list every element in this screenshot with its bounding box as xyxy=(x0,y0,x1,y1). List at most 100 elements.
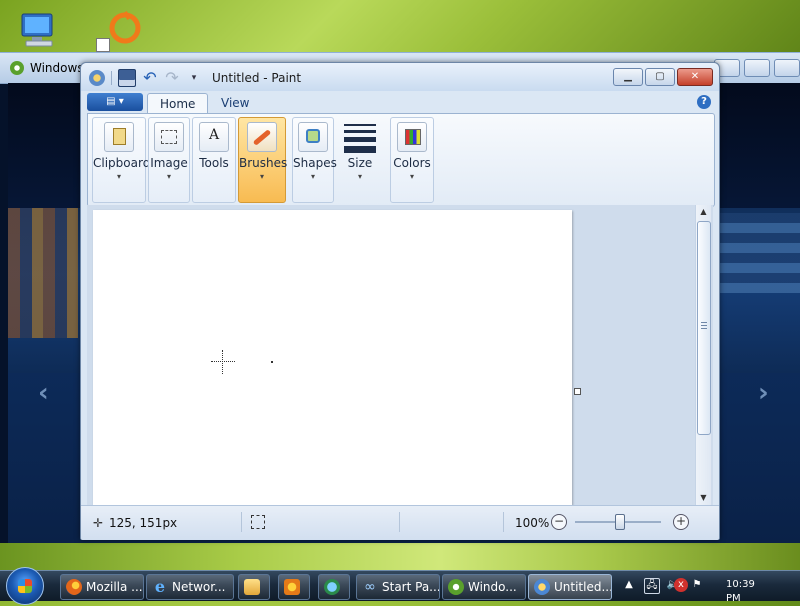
shortcut-arrow-icon xyxy=(96,38,110,52)
scroll-right-icon[interactable]: › xyxy=(758,378,769,408)
divider xyxy=(111,71,112,85)
palette-icon xyxy=(397,122,427,152)
group-label-tools: Tools xyxy=(199,156,229,170)
zoom-level: 100% xyxy=(515,516,550,530)
taskbar-button-windows-media-center[interactable]: Windo... xyxy=(442,574,526,600)
close-button[interactable]: ✕ xyxy=(677,68,713,86)
folder-icon xyxy=(244,579,260,595)
size-group-button[interactable]: Size ▾ xyxy=(336,117,384,203)
show-hidden-icons-button[interactable]: ▲ xyxy=(622,578,636,592)
bg-maximize-button[interactable] xyxy=(744,59,770,77)
group-label-clipboard: Clipboard xyxy=(93,156,151,170)
paint-window-title: Untitled - Paint xyxy=(212,71,302,85)
drawing-canvas[interactable] xyxy=(93,210,572,505)
canvas-area[interactable]: ▲ ▼ xyxy=(87,205,713,505)
vertical-scrollbar[interactable]: ▲ ▼ xyxy=(695,205,711,505)
start-button[interactable] xyxy=(6,567,44,605)
start-page-icon: ∞ xyxy=(364,579,376,595)
save-icon[interactable] xyxy=(118,69,136,87)
selection-size-icon xyxy=(251,515,265,529)
canvas-pixel xyxy=(271,361,273,363)
taskbar-button-back[interactable] xyxy=(318,574,350,600)
minimize-button[interactable]: ▁ xyxy=(613,68,643,86)
select-icon xyxy=(154,122,184,152)
media-center-icon xyxy=(448,579,464,595)
tools-icon xyxy=(199,122,229,152)
tools-group-button[interactable]: Tools xyxy=(192,117,236,203)
taskbar-label: Untitled... xyxy=(554,580,612,594)
divider xyxy=(399,512,400,532)
taskbar-label: Mozilla ... xyxy=(86,580,143,594)
paint-menu-button[interactable]: ▤ ▾ xyxy=(87,93,143,111)
tab-view[interactable]: View xyxy=(209,93,261,113)
media-thumbnails-right[interactable] xyxy=(710,213,800,293)
zoom-slider-thumb[interactable] xyxy=(615,514,625,530)
chevron-down-icon: ▾ xyxy=(409,172,414,181)
action-center-flag-icon[interactable]: ⚑ xyxy=(690,578,704,592)
taskbar-button-media-player[interactable] xyxy=(278,574,310,600)
muted-badge-icon: x xyxy=(674,578,688,592)
scroll-down-icon[interactable]: ▼ xyxy=(696,491,711,505)
origin-icon[interactable] xyxy=(107,10,143,46)
chevron-down-icon: ▾ xyxy=(357,172,362,181)
system-tray: ▲ 🖧 🔈 x ⚑ 10:39 PM xyxy=(618,574,800,604)
taskbar-button-paint[interactable]: Untitled... xyxy=(528,574,612,600)
help-icon[interactable]: ? xyxy=(697,95,711,109)
media-thumbnails-left[interactable] xyxy=(8,208,78,338)
media-player-icon xyxy=(284,579,300,595)
customize-qat-dropdown-icon[interactable]: ▾ xyxy=(186,70,202,86)
network-icon[interactable]: 🖧 xyxy=(644,578,660,594)
internet-explorer-icon: e xyxy=(154,577,166,596)
bg-close-button[interactable] xyxy=(774,59,800,77)
taskbar-button-start-page[interactable]: ∞ Start Pa... xyxy=(356,574,440,600)
image-group-button[interactable]: Image ▾ xyxy=(148,117,190,203)
group-label-size: Size xyxy=(347,156,373,170)
taskbar-button-explorer[interactable] xyxy=(238,574,270,600)
divider xyxy=(503,512,504,532)
zoom-out-button[interactable]: − xyxy=(551,514,567,530)
scroll-up-icon[interactable]: ▲ xyxy=(696,205,711,219)
line-size-icon xyxy=(344,124,376,157)
zoom-in-button[interactable]: + xyxy=(673,514,689,530)
brushes-group-button[interactable]: Brushes ▾ xyxy=(238,117,288,203)
chevron-down-icon: ▾ xyxy=(116,172,121,181)
ribbon-home: Clipboard ▾ Image ▾ Tools Brushes ▾ Shap… xyxy=(87,113,715,207)
paint-app-icon[interactable] xyxy=(89,70,105,86)
canvas-resize-handle[interactable] xyxy=(574,388,581,395)
paint-window[interactable]: ↶ ↷ ▾ Untitled - Paint ▁ ▢ ✕ ▤ ▾ Home Vi… xyxy=(80,62,720,540)
clipboard-icon xyxy=(104,122,134,152)
group-label-image: Image xyxy=(150,156,188,170)
maximize-button[interactable]: ▢ xyxy=(645,68,675,86)
computer-icon[interactable] xyxy=(18,10,60,52)
status-bar: ✛ 125, 151px 100% − + xyxy=(81,505,719,540)
media-center-icon xyxy=(10,61,24,75)
quick-access-toolbar: ↶ ↷ ▾ xyxy=(89,69,202,87)
paint-icon xyxy=(534,579,550,595)
group-label-brushes: Brushes xyxy=(239,156,288,170)
background-window-title: Windows xyxy=(30,61,84,75)
taskbar-button-network[interactable]: e Networ... xyxy=(146,574,234,600)
brush-icon xyxy=(247,122,277,152)
firefox-icon xyxy=(66,579,82,595)
tab-home[interactable]: Home xyxy=(147,93,209,114)
redo-icon[interactable]: ↷ xyxy=(164,70,180,86)
paint-titlebar[interactable]: ↶ ↷ ▾ Untitled - Paint ▁ ▢ ✕ xyxy=(81,63,719,91)
cursor-position-icon: ✛ xyxy=(93,516,104,530)
undo-icon[interactable]: ↶ xyxy=(142,70,158,86)
crosshair-cursor-icon xyxy=(211,350,235,374)
divider xyxy=(241,512,242,532)
taskbar-button-mozilla[interactable]: Mozilla ... xyxy=(60,574,144,600)
clock[interactable]: 10:39 PM xyxy=(726,578,755,604)
clipboard-group-button[interactable]: Clipboard ▾ xyxy=(92,117,151,203)
group-label-shapes: Shapes xyxy=(293,156,337,170)
group-label-colors: Colors xyxy=(393,156,431,170)
shapes-group-button[interactable]: Shapes ▾ xyxy=(292,117,337,203)
shapes-icon xyxy=(298,122,328,152)
scroll-left-icon[interactable]: ‹ xyxy=(38,378,49,408)
back-arrow-icon xyxy=(324,579,340,595)
scrollbar-thumb[interactable] xyxy=(697,221,711,435)
taskbar-label: Windo... xyxy=(468,580,517,594)
colors-group-button[interactable]: Colors ▾ xyxy=(390,117,434,203)
chevron-down-icon: ▾ xyxy=(259,172,264,181)
taskbar-label: Networ... xyxy=(172,580,226,594)
